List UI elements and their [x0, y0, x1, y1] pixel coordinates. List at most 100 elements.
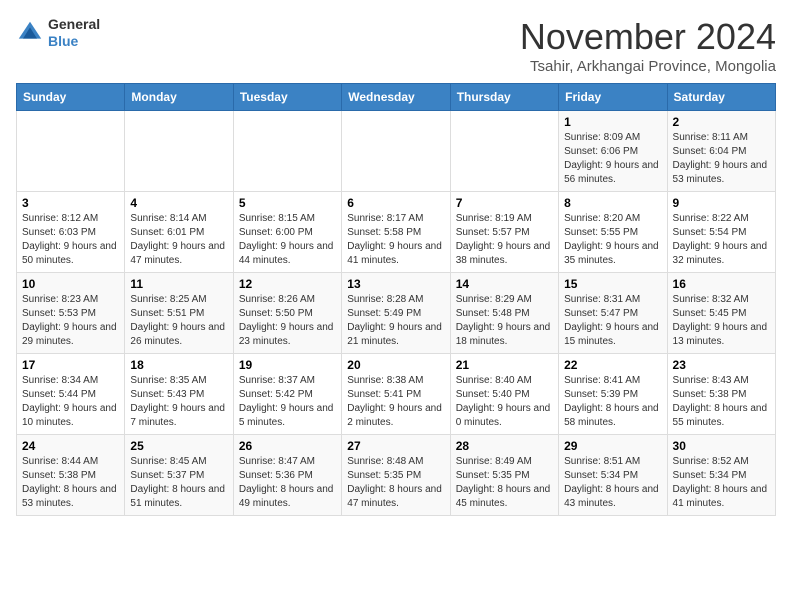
day-number: 13 [347, 277, 444, 291]
calendar-table: SundayMondayTuesdayWednesdayThursdayFrid… [16, 83, 776, 516]
calendar-cell: 21 Sunrise: 8:40 AMSunset: 5:40 PMDayligh… [450, 354, 558, 435]
subtitle: Tsahir, Arkhangai Province, Mongolia [520, 58, 776, 75]
day-number: 7 [456, 196, 553, 210]
day-info: Sunrise: 8:12 AMSunset: 6:03 PMDaylight:… [22, 212, 119, 268]
calendar-week-row: 10 Sunrise: 8:23 AMSunset: 5:53 PMDayligh… [17, 273, 776, 354]
weekday-header: Tuesday [233, 84, 341, 111]
calendar-cell: 17 Sunrise: 8:34 AMSunset: 5:44 PMDayligh… [17, 354, 125, 435]
day-number: 18 [130, 358, 227, 372]
day-number: 8 [564, 196, 661, 210]
calendar-cell: 28 Sunrise: 8:49 AMSunset: 5:35 PMDayligh… [450, 435, 558, 516]
calendar-cell: 23 Sunrise: 8:43 AMSunset: 5:38 PMDayligh… [667, 354, 775, 435]
calendar-cell: 18 Sunrise: 8:35 AMSunset: 5:43 PMDayligh… [125, 354, 233, 435]
day-number: 16 [673, 277, 770, 291]
day-number: 19 [239, 358, 336, 372]
logo-icon [16, 19, 44, 47]
weekday-header: Monday [125, 84, 233, 111]
day-number: 26 [239, 439, 336, 453]
logo-text-general: General [48, 16, 100, 33]
weekday-header: Saturday [667, 84, 775, 111]
calendar-cell [450, 111, 558, 192]
calendar-cell: 5 Sunrise: 8:15 AMSunset: 6:00 PMDaylight… [233, 192, 341, 273]
day-info: Sunrise: 8:26 AMSunset: 5:50 PMDaylight:… [239, 293, 336, 349]
day-number: 21 [456, 358, 553, 372]
calendar-cell: 3 Sunrise: 8:12 AMSunset: 6:03 PMDaylight… [17, 192, 125, 273]
calendar-week-row: 1 Sunrise: 8:09 AMSunset: 6:06 PMDaylight… [17, 111, 776, 192]
day-number: 6 [347, 196, 444, 210]
calendar-cell: 8 Sunrise: 8:20 AMSunset: 5:55 PMDaylight… [559, 192, 667, 273]
day-number: 1 [564, 115, 661, 129]
day-info: Sunrise: 8:28 AMSunset: 5:49 PMDaylight:… [347, 293, 444, 349]
month-title: November 2024 [520, 16, 776, 58]
day-number: 12 [239, 277, 336, 291]
day-number: 14 [456, 277, 553, 291]
day-info: Sunrise: 8:47 AMSunset: 5:36 PMDaylight:… [239, 455, 336, 511]
day-info: Sunrise: 8:38 AMSunset: 5:41 PMDaylight:… [347, 374, 444, 430]
calendar-cell: 15Sunrise: 8:31 AMSunset: 5:47 PMDayligh… [559, 273, 667, 354]
calendar-cell [125, 111, 233, 192]
calendar-cell: 1 Sunrise: 8:09 AMSunset: 6:06 PMDaylight… [559, 111, 667, 192]
calendar-cell: 20 Sunrise: 8:38 AMSunset: 5:41 PMDayligh… [342, 354, 450, 435]
weekday-header-row: SundayMondayTuesdayWednesdayThursdayFrid… [17, 84, 776, 111]
weekday-header: Friday [559, 84, 667, 111]
calendar-cell: 19Sunrise: 8:37 AMSunset: 5:42 PMDayligh… [233, 354, 341, 435]
day-info: Sunrise: 8:34 AMSunset: 5:44 PMDaylight:… [22, 374, 119, 430]
day-info: Sunrise: 8:09 AMSunset: 6:06 PMDaylight:… [564, 131, 661, 187]
calendar-cell: 27Sunrise: 8:48 AMSunset: 5:35 PMDayligh… [342, 435, 450, 516]
day-info: Sunrise: 8:35 AMSunset: 5:43 PMDaylight:… [130, 374, 227, 430]
day-info: Sunrise: 8:49 AMSunset: 5:35 PMDaylight:… [456, 455, 553, 511]
calendar-cell: 30Sunrise: 8:52 AMSunset: 5:34 PMDayligh… [667, 435, 775, 516]
day-info: Sunrise: 8:43 AMSunset: 5:38 PMDaylight:… [673, 374, 770, 430]
calendar-cell: 11Sunrise: 8:25 AMSunset: 5:51 PMDayligh… [125, 273, 233, 354]
day-info: Sunrise: 8:41 AMSunset: 5:39 PMDaylight:… [564, 374, 661, 430]
day-info: Sunrise: 8:45 AMSunset: 5:37 PMDaylight:… [130, 455, 227, 511]
calendar-cell: 12 Sunrise: 8:26 AMSunset: 5:50 PMDayligh… [233, 273, 341, 354]
page-header: General Blue November 2024 Tsahir, Arkha… [16, 16, 776, 75]
calendar-cell: 9 Sunrise: 8:22 AMSunset: 5:54 PMDaylight… [667, 192, 775, 273]
calendar-cell: 14 Sunrise: 8:29 AMSunset: 5:48 PMDayligh… [450, 273, 558, 354]
calendar-cell: 4 Sunrise: 8:14 AMSunset: 6:01 PMDaylight… [125, 192, 233, 273]
logo-text-blue: Blue [48, 33, 100, 50]
day-number: 29 [564, 439, 661, 453]
day-info: Sunrise: 8:22 AMSunset: 5:54 PMDaylight:… [673, 212, 770, 268]
day-number: 23 [673, 358, 770, 372]
day-number: 30 [673, 439, 770, 453]
weekday-header: Wednesday [342, 84, 450, 111]
calendar-cell: 10 Sunrise: 8:23 AMSunset: 5:53 PMDayligh… [17, 273, 125, 354]
day-number: 28 [456, 439, 553, 453]
day-info: Sunrise: 8:29 AMSunset: 5:48 PMDaylight:… [456, 293, 553, 349]
day-number: 20 [347, 358, 444, 372]
calendar-cell [233, 111, 341, 192]
day-info: Sunrise: 8:51 AMSunset: 5:34 PMDaylight:… [564, 455, 661, 511]
calendar-week-row: 24Sunrise: 8:44 AMSunset: 5:38 PMDayligh… [17, 435, 776, 516]
weekday-header: Sunday [17, 84, 125, 111]
day-number: 17 [22, 358, 119, 372]
day-number: 4 [130, 196, 227, 210]
calendar-cell [17, 111, 125, 192]
day-info: Sunrise: 8:15 AMSunset: 6:00 PMDaylight:… [239, 212, 336, 268]
calendar-cell: 2Sunrise: 8:11 AMSunset: 6:04 PMDaylight… [667, 111, 775, 192]
calendar-cell: 6Sunrise: 8:17 AMSunset: 5:58 PMDaylight… [342, 192, 450, 273]
day-info: Sunrise: 8:20 AMSunset: 5:55 PMDaylight:… [564, 212, 661, 268]
calendar-cell: 26 Sunrise: 8:47 AMSunset: 5:36 PMDayligh… [233, 435, 341, 516]
day-number: 10 [22, 277, 119, 291]
day-info: Sunrise: 8:31 AMSunset: 5:47 PMDaylight:… [564, 293, 661, 349]
day-info: Sunrise: 8:40 AMSunset: 5:40 PMDaylight:… [456, 374, 553, 430]
day-number: 27 [347, 439, 444, 453]
day-number: 22 [564, 358, 661, 372]
calendar-cell: 7 Sunrise: 8:19 AMSunset: 5:57 PMDaylight… [450, 192, 558, 273]
calendar-week-row: 17 Sunrise: 8:34 AMSunset: 5:44 PMDayligh… [17, 354, 776, 435]
logo: General Blue [16, 16, 100, 50]
day-info: Sunrise: 8:32 AMSunset: 5:45 PMDaylight:… [673, 293, 770, 349]
title-area: November 2024 Tsahir, Arkhangai Province… [520, 16, 776, 75]
day-info: Sunrise: 8:23 AMSunset: 5:53 PMDaylight:… [22, 293, 119, 349]
calendar-cell: 13 Sunrise: 8:28 AMSunset: 5:49 PMDayligh… [342, 273, 450, 354]
day-number: 3 [22, 196, 119, 210]
calendar-cell [342, 111, 450, 192]
calendar-cell: 25Sunrise: 8:45 AMSunset: 5:37 PMDayligh… [125, 435, 233, 516]
day-number: 9 [673, 196, 770, 210]
day-info: Sunrise: 8:19 AMSunset: 5:57 PMDaylight:… [456, 212, 553, 268]
day-number: 5 [239, 196, 336, 210]
day-info: Sunrise: 8:14 AMSunset: 6:01 PMDaylight:… [130, 212, 227, 268]
day-info: Sunrise: 8:44 AMSunset: 5:38 PMDaylight:… [22, 455, 119, 511]
